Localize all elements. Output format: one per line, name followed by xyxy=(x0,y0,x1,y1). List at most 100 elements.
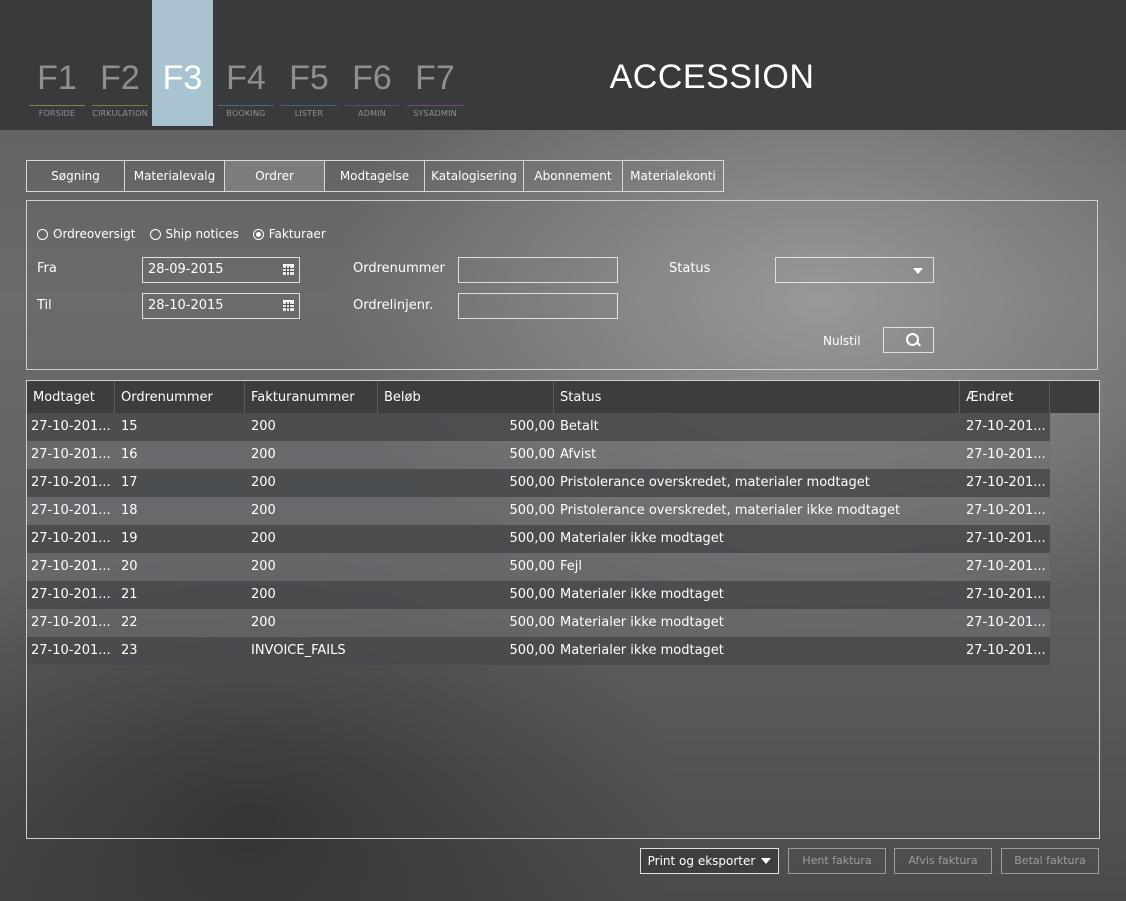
table-row[interactable]: 27-10-201... 23 INVOICE_FAILS 500,00 Materia… xyxy=(27,637,1050,665)
radio-checked-icon[interactable] xyxy=(252,228,264,240)
radio-fakturaer[interactable]: Fakturaer xyxy=(252,227,326,241)
reject-invoice-button[interactable]: Afvis faktura xyxy=(894,848,992,874)
pay-invoice-button[interactable]: Betal faktura xyxy=(1001,848,1099,874)
function-key-label: LISTER xyxy=(294,109,324,118)
order-line-label: Ordrelinjenr. xyxy=(353,298,434,313)
column-header[interactable]: Ændret xyxy=(960,381,1050,413)
table-row[interactable]: 27-10-201... 20 200 500,00 Fejl 27-10-201... xyxy=(27,553,1050,581)
tab-søgning[interactable]: Søgning xyxy=(27,161,125,191)
function-key-number: F5 xyxy=(289,59,329,97)
cell-amount: 500,00 xyxy=(509,475,556,490)
cell-changed: 27-10-201... xyxy=(966,503,1046,518)
order-line-field[interactable] xyxy=(458,293,618,319)
function-key-f4[interactable]: F4 BOOKING xyxy=(216,0,276,126)
cell-changed: 27-10-201... xyxy=(966,419,1046,434)
column-header[interactable]: Beløb xyxy=(378,381,554,413)
cell-changed: 27-10-201... xyxy=(966,615,1046,630)
table-row[interactable]: 27-10-201... 18 200 500,00 Pristolerance ove… xyxy=(27,497,1050,525)
tab-abonnement[interactable]: Abonnement xyxy=(524,161,623,191)
cell-amount: 500,00 xyxy=(509,531,556,546)
tab-katalogisering[interactable]: Katalogisering xyxy=(425,161,524,191)
cell-invoice: INVOICE_FAILS xyxy=(251,643,346,658)
cell-order: 16 xyxy=(121,447,138,462)
column-header[interactable]: Modtaget xyxy=(27,381,115,413)
function-key-f2[interactable]: F2 CIRKULATION xyxy=(90,0,150,126)
cell-received: 27-10-201... xyxy=(31,419,111,434)
status-select[interactable] xyxy=(775,257,934,283)
order-number-label: Ordrenummer xyxy=(353,261,445,276)
app-header: F1 FORSIDE F2 CIRKULATION F3 F4 BOOKING F5 LISTE… xyxy=(0,0,1126,130)
radio-unchecked-icon[interactable] xyxy=(149,228,161,240)
function-key-underline xyxy=(29,105,85,106)
tab-materialevalg[interactable]: Materialevalg xyxy=(125,161,225,191)
to-date-field[interactable]: 28-10-2015 xyxy=(142,293,300,319)
tab-ordrer[interactable]: Ordrer xyxy=(225,161,325,191)
cell-status: Fejl xyxy=(560,559,582,574)
function-key-number: F4 xyxy=(226,59,266,97)
cell-status: Materialer ikke modtaget xyxy=(560,587,724,602)
calendar-icon[interactable] xyxy=(283,300,294,311)
from-label: Fra xyxy=(37,261,57,276)
order-number-field[interactable] xyxy=(458,257,618,283)
cell-received: 27-10-201... xyxy=(31,503,111,518)
table-row[interactable]: 27-10-201... 16 200 500,00 Afvist 27-10-201..… xyxy=(27,441,1050,469)
cell-received: 27-10-201... xyxy=(31,643,111,658)
radio-ordreoversigt[interactable]: Ordreoversigt xyxy=(37,227,136,241)
column-header[interactable]: Fakturanummer xyxy=(245,381,378,413)
column-header[interactable]: Ordrenummer xyxy=(115,381,245,413)
cell-order: 17 xyxy=(121,475,138,490)
cell-changed: 27-10-201... xyxy=(966,559,1046,574)
radio-ship-notices[interactable]: Ship notices xyxy=(149,227,239,241)
from-date-field[interactable]: 28-09-2015 xyxy=(142,257,300,283)
radio-label: Ordreoversigt xyxy=(53,227,136,241)
cell-order: 22 xyxy=(121,615,138,630)
reset-button[interactable]: Nulstil xyxy=(823,334,861,348)
cell-status: Materialer ikke modtaget xyxy=(560,531,724,546)
cell-changed: 27-10-201... xyxy=(966,475,1046,490)
table-row[interactable]: 27-10-201... 19 200 500,00 Materialer ikke m… xyxy=(27,525,1050,553)
chevron-down-icon xyxy=(761,858,772,864)
column-header[interactable]: Status xyxy=(554,381,960,413)
function-key-f1[interactable]: F1 FORSIDE xyxy=(27,0,87,126)
table-body: 27-10-201... 15 200 500,00 Betalt 27-10-201..… xyxy=(27,413,1050,665)
cell-received: 27-10-201... xyxy=(31,587,111,602)
function-key-label: BOOKING xyxy=(226,109,266,118)
cell-order: 20 xyxy=(121,559,138,574)
cell-changed: 27-10-201... xyxy=(966,531,1046,546)
function-key-f7[interactable]: F7 SYSADMIN xyxy=(405,0,465,126)
table-header: Modtaget Ordrenummer Fakturanummer Beløb Sta… xyxy=(27,381,1099,413)
function-key-f3[interactable]: F3 xyxy=(152,0,213,126)
calendar-icon[interactable] xyxy=(283,264,294,275)
status-label: Status xyxy=(669,261,711,276)
cell-status: Materialer ikke modtaget xyxy=(560,615,724,630)
cell-amount: 500,00 xyxy=(509,615,556,630)
print-export-label: Print og eksporter xyxy=(647,854,756,868)
to-date-value: 28-10-2015 xyxy=(148,298,224,313)
cell-received: 27-10-201... xyxy=(31,559,111,574)
tab-materialekonti[interactable]: Materialekonti xyxy=(623,161,723,191)
table-row[interactable]: 27-10-201... 15 200 500,00 Betalt 27-10-201..… xyxy=(27,413,1050,441)
cell-amount: 500,00 xyxy=(509,447,556,462)
cell-status: Afvist xyxy=(560,447,597,462)
cell-invoice: 200 xyxy=(251,419,276,434)
cell-invoice: 200 xyxy=(251,559,276,574)
cell-amount: 500,00 xyxy=(509,587,556,602)
invoice-table: Modtaget Ordrenummer Fakturanummer Beløb Sta… xyxy=(26,380,1100,839)
tab-modtagelse[interactable]: Modtagelse xyxy=(325,161,425,191)
function-key-number: F6 xyxy=(352,59,392,97)
fetch-invoice-button[interactable]: Hent faktura xyxy=(788,848,886,874)
radio-label: Ship notices xyxy=(165,227,239,241)
cell-order: 21 xyxy=(121,587,138,602)
table-row[interactable]: 27-10-201... 22 200 500,00 Materialer ikke m… xyxy=(27,609,1050,637)
function-key-f6[interactable]: F6 ADMIN xyxy=(342,0,402,126)
function-key-f5[interactable]: F5 LISTER xyxy=(279,0,339,126)
table-row[interactable]: 27-10-201... 21 200 500,00 Materialer ikke m… xyxy=(27,581,1050,609)
radio-unchecked-icon[interactable] xyxy=(37,228,48,240)
print-export-button[interactable]: Print og eksporter xyxy=(640,848,779,874)
function-key-number: F7 xyxy=(415,59,455,97)
cell-order: 18 xyxy=(121,503,138,518)
search-button[interactable] xyxy=(883,327,934,353)
cell-status: Betalt xyxy=(560,419,599,434)
table-row[interactable]: 27-10-201... 17 200 500,00 Pristolerance ove… xyxy=(27,469,1050,497)
function-key-label: CIRKULATION xyxy=(92,109,148,118)
